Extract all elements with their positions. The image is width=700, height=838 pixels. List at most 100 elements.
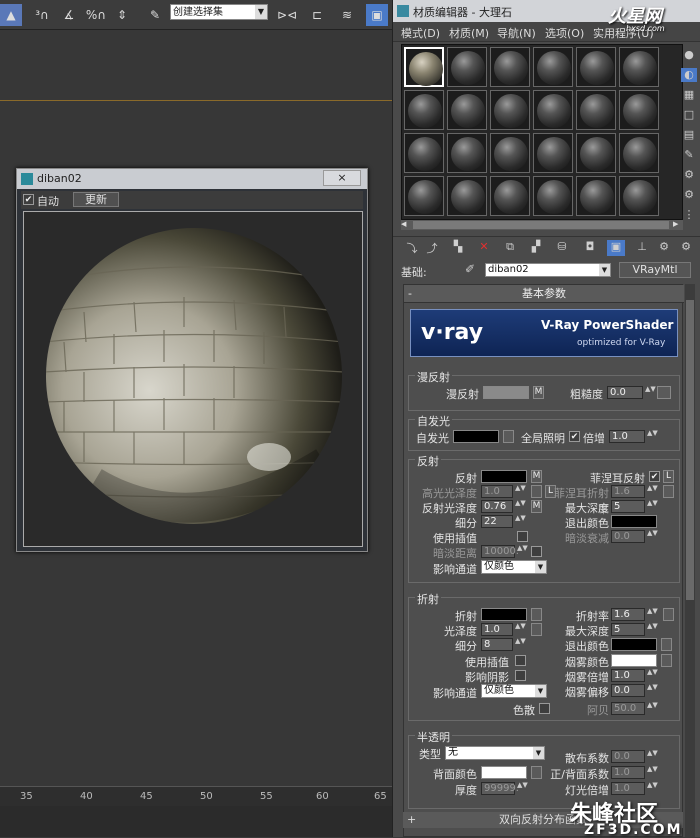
go-to-parent-icon[interactable]: ⚙ — [655, 240, 673, 256]
material-navigator-icon[interactable]: ⋮ — [681, 208, 697, 222]
mirror-icon[interactable]: ⊳⊲ — [276, 4, 298, 26]
spinner-icon[interactable]: ▲▼ — [647, 782, 658, 795]
self-illum-map-button[interactable] — [503, 430, 514, 443]
slots-horizontal-scrollbar[interactable]: ◀ ▶ — [401, 220, 683, 230]
reset-map-icon[interactable]: ✕ — [475, 240, 493, 256]
show-map-in-viewport-icon[interactable]: ▣ — [607, 240, 625, 256]
sample-slot[interactable] — [447, 90, 487, 130]
ior-input[interactable]: 1.6 — [611, 608, 645, 621]
exit-color-swatch[interactable] — [611, 515, 657, 528]
sample-slot[interactable] — [533, 90, 573, 130]
translucency-type-dropdown[interactable]: 无 ▼ — [445, 746, 545, 760]
spinner-icon[interactable]: ▲▼ — [515, 623, 526, 636]
show-end-result-icon[interactable]: ⊥ — [633, 240, 651, 256]
sample-slot[interactable] — [404, 133, 444, 173]
menu-navigation[interactable]: 导航(N) — [497, 25, 536, 41]
spinner-icon[interactable]: ▲▼ — [515, 485, 526, 498]
spinner-icon[interactable]: ▲▼ — [647, 530, 658, 543]
ior-map-button[interactable] — [663, 608, 674, 621]
sample-slot[interactable] — [447, 133, 487, 173]
fog-color-swatch[interactable] — [611, 654, 657, 667]
spinner-icon[interactable]: ▲▼ — [647, 766, 658, 779]
spinner-icon[interactable]: ▲▼ — [647, 623, 658, 636]
roughness-input[interactable]: 0.0 — [607, 386, 643, 399]
back-color-swatch[interactable] — [481, 766, 527, 779]
gi-checkbox[interactable]: ✔ — [569, 431, 580, 442]
edit-named-selection-icon[interactable]: ✎ — [144, 4, 166, 26]
abbe-input[interactable]: 50.0 — [611, 702, 645, 715]
make-unique-icon[interactable]: ▞ — [527, 240, 545, 256]
refl-gloss-map-button[interactable]: M — [531, 500, 542, 513]
affect-channels-dropdown[interactable]: 仅颜色 ▼ — [481, 560, 547, 574]
subdivs-input[interactable]: 22 — [481, 515, 513, 528]
spinner-icon[interactable]: ▲▼ — [647, 608, 658, 621]
spinner-icon[interactable]: ▲▼ — [647, 669, 658, 682]
max-depth-input[interactable]: 5 — [611, 623, 645, 636]
affect-shadows-checkbox[interactable] — [515, 670, 526, 681]
assign-to-selection-icon[interactable]: ▚ — [449, 240, 467, 256]
fog-mult-input[interactable]: 1.0 — [611, 669, 645, 682]
hilight-gloss-map-button[interactable] — [531, 485, 542, 498]
snap-3-icon[interactable]: ³∩ — [30, 4, 54, 26]
spinner-icon[interactable]: ▲▼ — [515, 515, 526, 528]
uv-tiling-icon[interactable]: □ — [681, 108, 697, 122]
dim-falloff-input[interactable]: 0.0 — [611, 530, 645, 543]
sample-slot[interactable] — [619, 47, 659, 87]
sample-slot[interactable] — [404, 176, 444, 216]
backlight-icon[interactable]: ◐ — [681, 68, 697, 82]
sample-slot[interactable] — [490, 90, 530, 130]
sample-slot[interactable] — [490, 133, 530, 173]
close-button[interactable]: × — [323, 170, 361, 186]
diffuse-color-swatch[interactable] — [483, 386, 529, 399]
fog-bias-input[interactable]: 0.0 — [611, 684, 645, 697]
sample-slot[interactable] — [447, 47, 487, 87]
material-id-icon[interactable]: ◘ — [581, 240, 599, 256]
layer-icon[interactable]: ≋ — [336, 4, 358, 26]
material-name-dropdown[interactable]: diban02 ▼ — [485, 263, 611, 277]
sample-slot[interactable] — [619, 176, 659, 216]
angle-snap-icon[interactable]: ∡ — [58, 4, 80, 26]
sample-slot[interactable] — [619, 90, 659, 130]
select-by-material-icon[interactable]: ⚙ — [681, 188, 697, 202]
use-interp-checkbox[interactable] — [515, 655, 526, 666]
spinner-icon[interactable]: ▲▼ — [647, 750, 658, 763]
subdivs-input[interactable]: 8 — [481, 638, 513, 651]
rollout-header[interactable]: - 基本参数 — [404, 285, 684, 303]
percent-snap-icon[interactable]: %∩ — [84, 4, 108, 26]
timeline-ruler[interactable]: 35 40 45 50 55 60 65 — [0, 786, 392, 806]
menu-material[interactable]: 材质(M) — [449, 25, 489, 41]
dim-dist-input[interactable]: 10000. — [481, 545, 519, 558]
sample-slot[interactable] — [404, 90, 444, 130]
sample-slot[interactable] — [490, 47, 530, 87]
put-to-library-icon[interactable]: ⛁ — [553, 240, 571, 256]
use-interp-checkbox[interactable] — [517, 531, 528, 542]
material-editor-icon[interactable]: ▣ — [366, 4, 388, 26]
self-illum-color-swatch[interactable] — [453, 430, 499, 443]
exit-color-swatch[interactable] — [611, 638, 657, 651]
roughness-map-button[interactable] — [657, 386, 671, 399]
fresnel-ior-map-button[interactable] — [663, 485, 674, 498]
scroll-right-icon[interactable]: ▶ — [673, 220, 683, 230]
sample-slot[interactable] — [447, 176, 487, 216]
refract-map-button[interactable] — [531, 608, 542, 621]
light-mult-input[interactable]: 1.0 — [611, 782, 645, 795]
scroll-left-icon[interactable]: ◀ — [401, 220, 411, 230]
refract-color-swatch[interactable] — [481, 608, 527, 621]
preview-window-titlebar[interactable]: diban02 × — [17, 169, 367, 189]
sample-slot[interactable] — [576, 176, 616, 216]
select-icon[interactable]: ▲ — [0, 4, 22, 26]
diffuse-map-button[interactable]: M — [533, 386, 544, 399]
sample-slot[interactable] — [576, 47, 616, 87]
spinner-icon[interactable]: ▲▼ — [647, 702, 658, 715]
spinner-icon[interactable]: ▲▼ — [517, 782, 528, 795]
dim-dist-checkbox[interactable] — [531, 546, 542, 557]
make-preview-icon[interactable]: ✎ — [681, 148, 697, 162]
reflect-map-button[interactable]: M — [531, 470, 542, 483]
auto-checkbox[interactable]: ✔ — [23, 194, 34, 205]
exit-color-map-button[interactable] — [661, 638, 672, 651]
material-type-button[interactable]: VRayMtl — [619, 262, 691, 278]
copy-material-icon[interactable]: ⧉ — [501, 240, 519, 256]
sample-type-icon[interactable]: ● — [681, 48, 697, 62]
spinner-snap-icon[interactable]: ⇕ — [112, 4, 132, 26]
spinner-icon[interactable]: ▲▼ — [515, 638, 526, 651]
